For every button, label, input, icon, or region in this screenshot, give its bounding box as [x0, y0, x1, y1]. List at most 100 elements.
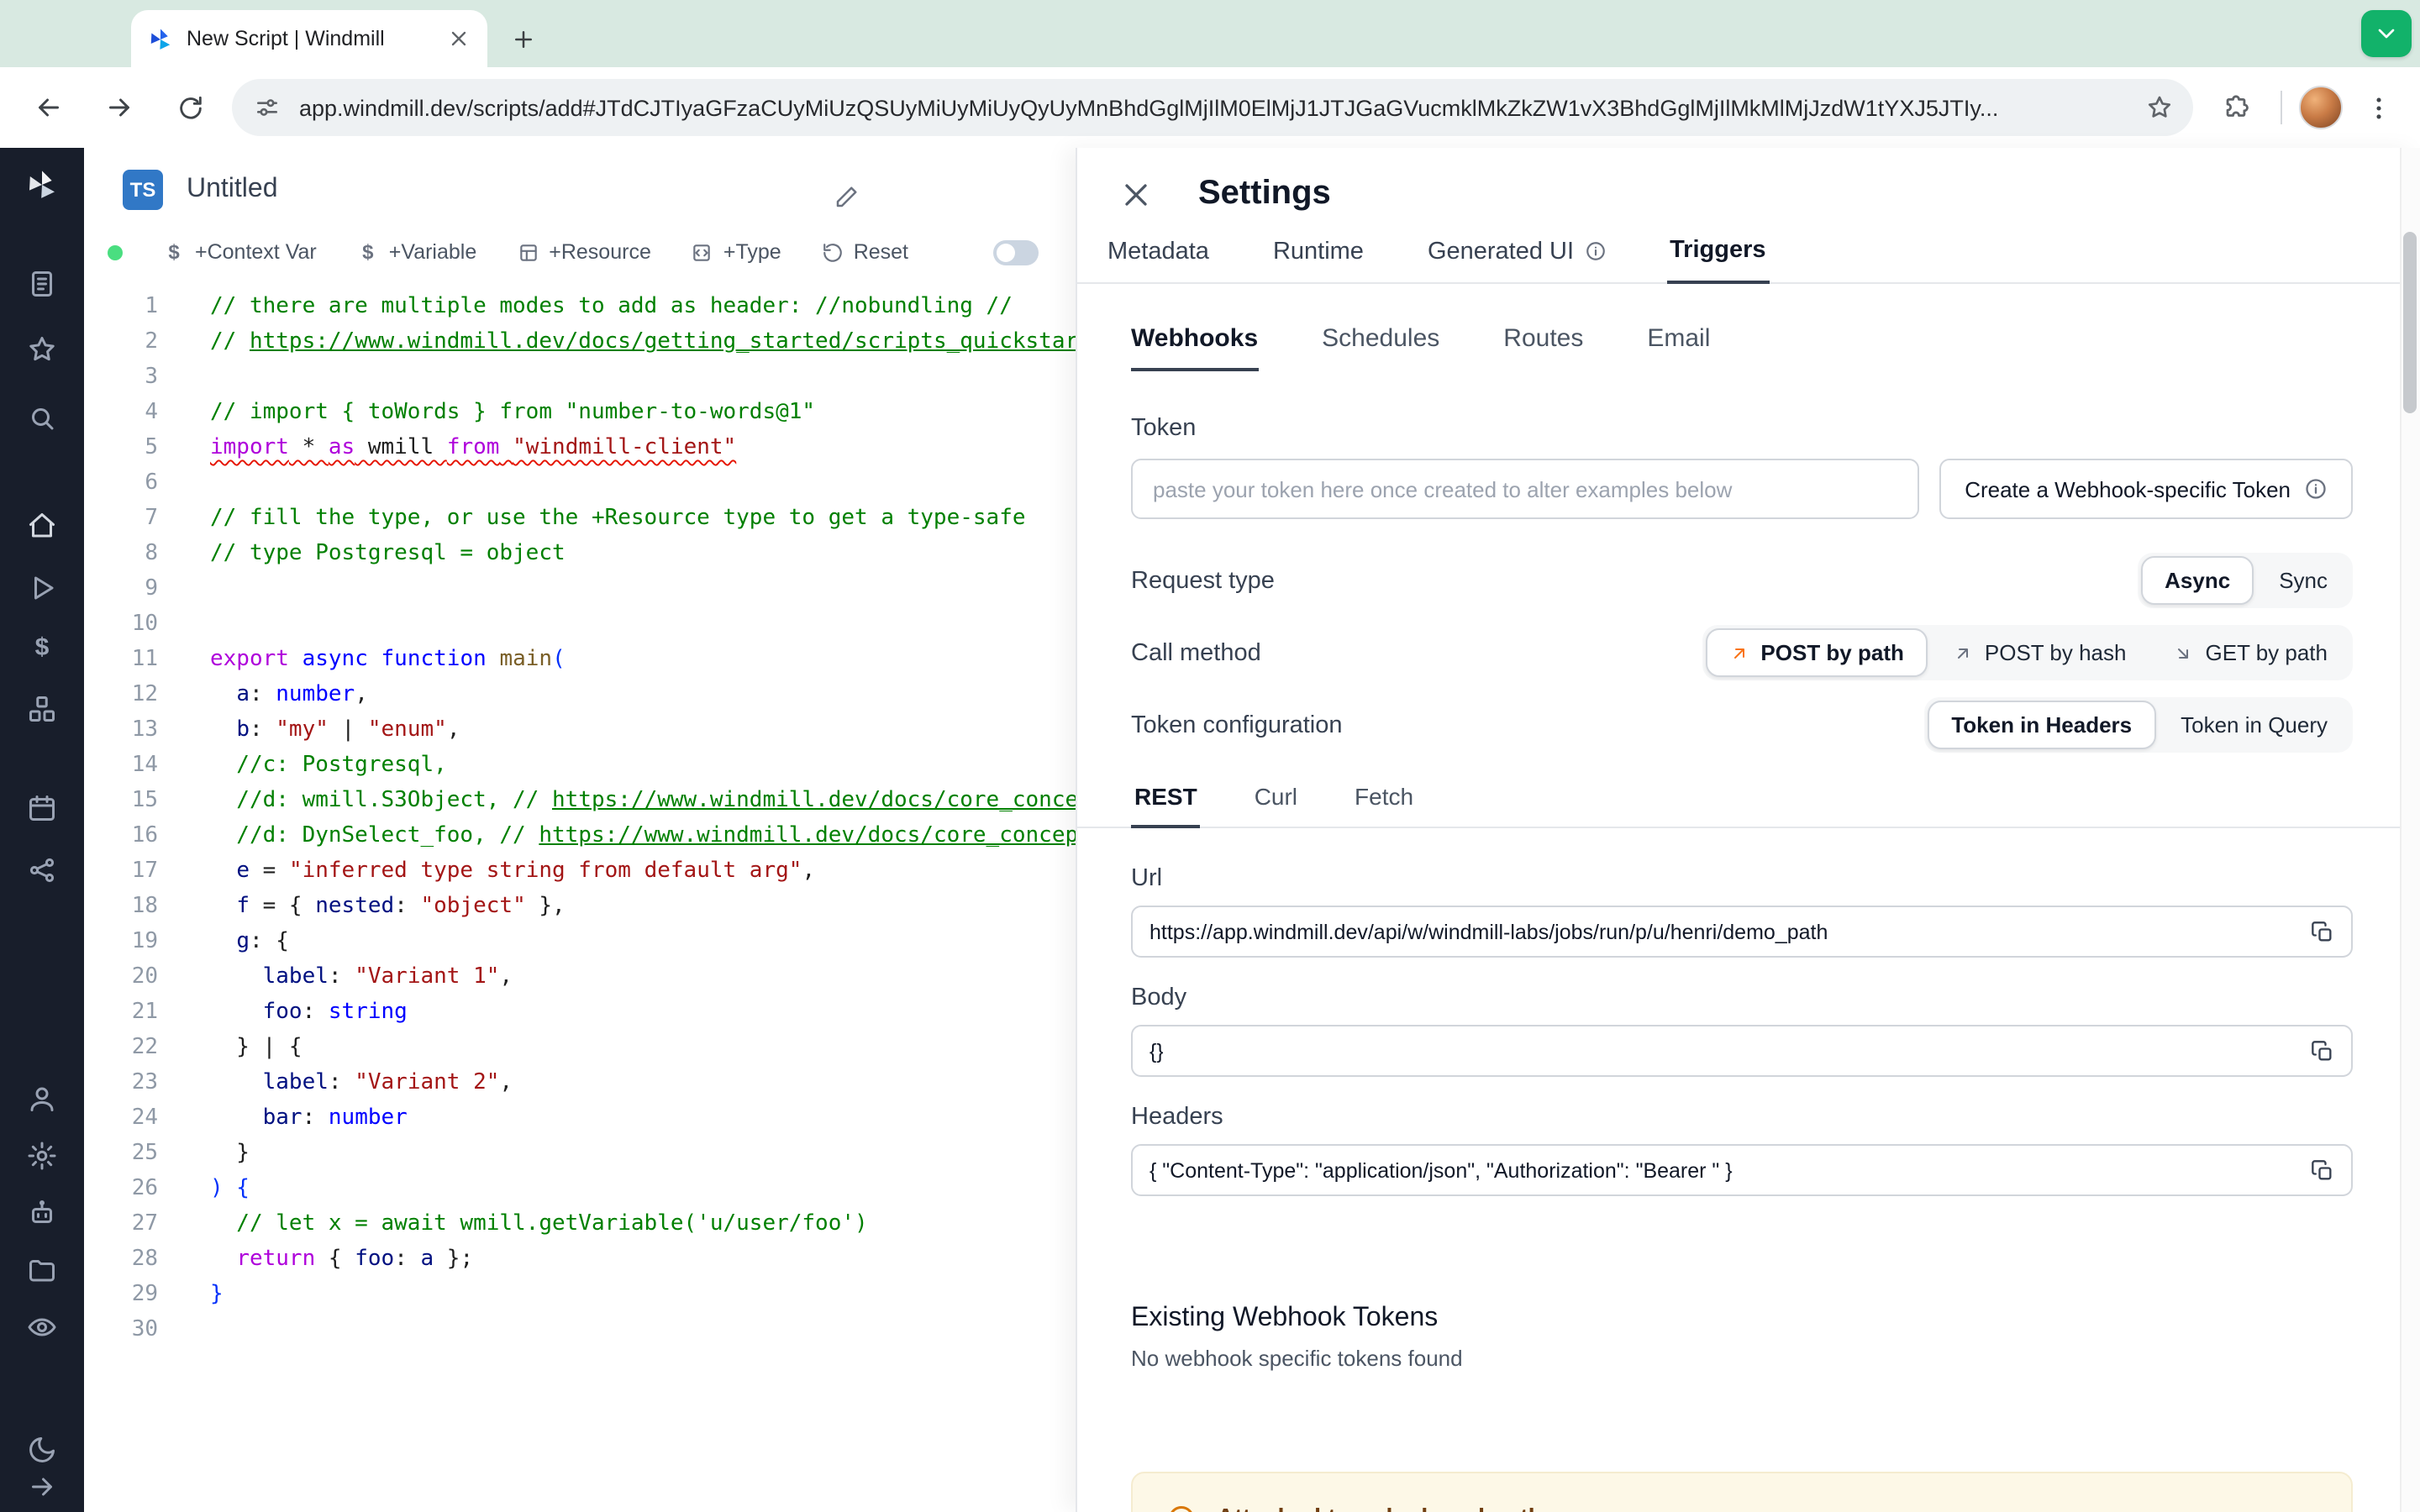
line-number: 14 — [131, 753, 158, 778]
line-number: 5 — [145, 435, 158, 460]
dollar-icon: $ — [168, 239, 180, 263]
browser-update-button[interactable] — [2361, 10, 2412, 57]
browser-tab[interactable]: New Script | Windmill — [131, 10, 487, 67]
tab-triggers[interactable]: Triggers — [1666, 237, 1770, 284]
drawer-scrollbar-thumb[interactable] — [2403, 232, 2417, 413]
trigger-subtabs: Webhooks Schedules Routes Email — [1131, 324, 2353, 371]
post-by-path-option[interactable]: POST by path — [1705, 628, 1928, 677]
sidebar-schedules-icon[interactable] — [27, 793, 57, 823]
subtab-schedules[interactable]: Schedules — [1322, 324, 1439, 371]
line-number: 10 — [131, 612, 158, 637]
add-context-var-button[interactable]: $ +Context Var — [163, 239, 316, 264]
url-text[interactable]: app.windmill.dev/scripts/add#JTdCJTIyaGF… — [299, 95, 2119, 120]
line-number: 24 — [131, 1105, 158, 1131]
browser-toolbar: app.windmill.dev/scripts/add#JTdCJTIyaGF… — [0, 67, 2420, 148]
body-field[interactable]: {} — [1131, 1025, 2353, 1077]
get-by-path-option[interactable]: GET by path — [2152, 630, 2350, 675]
sync-option[interactable]: Sync — [2257, 558, 2349, 603]
line-number: 27 — [131, 1211, 158, 1236]
sidebar-audit-logs-icon[interactable] — [27, 1312, 57, 1342]
arrow-up-right-icon — [1728, 643, 1749, 663]
copy-icon[interactable] — [2311, 920, 2334, 943]
sidebar-folders-icon[interactable] — [27, 1255, 57, 1285]
tab-metadata[interactable]: Metadata — [1104, 237, 1213, 282]
settings-title: Settings — [1198, 175, 1331, 212]
token-in-query-option[interactable]: Token in Query — [2159, 702, 2349, 748]
add-variable-button[interactable]: $ +Variable — [357, 240, 476, 264]
sidebar-home-icon[interactable] — [27, 511, 57, 541]
tab-curl[interactable]: Curl — [1251, 783, 1301, 827]
tab-fetch[interactable]: Fetch — [1351, 783, 1417, 827]
tab-rest[interactable]: REST — [1131, 783, 1201, 828]
line-number: 30 — [131, 1317, 158, 1342]
sidebar-favorites-icon[interactable] — [27, 334, 57, 365]
script-title[interactable]: Untitled — [187, 175, 278, 205]
edit-title-icon[interactable] — [834, 185, 859, 210]
async-option[interactable]: Async — [2141, 556, 2254, 605]
tab-generated-ui[interactable]: Generated UI — [1424, 237, 1609, 282]
subtab-routes[interactable]: Routes — [1503, 324, 1583, 371]
sidebar-search-icon[interactable] — [27, 403, 57, 433]
profile-avatar[interactable] — [2299, 86, 2343, 129]
create-webhook-token-button[interactable]: Create a Webhook-specific Token — [1939, 459, 2353, 519]
settings-header: Settings — [1077, 148, 2420, 213]
sidebar-settings-icon[interactable] — [27, 1141, 57, 1171]
sidebar-resources-icon[interactable] — [27, 694, 57, 724]
post-by-hash-option[interactable]: POST by hash — [1931, 630, 2149, 675]
rotate-ccw-icon — [822, 241, 844, 263]
subtab-webhooks[interactable]: Webhooks — [1131, 324, 1259, 371]
sidebar-variables-icon[interactable]: $ — [27, 633, 57, 664]
new-tab-button[interactable] — [501, 17, 544, 60]
collapse-sidebar-icon[interactable] — [27, 1472, 57, 1502]
request-type-label: Request type — [1131, 567, 1275, 594]
line-number: 21 — [131, 1000, 158, 1025]
sidebar-workers-icon[interactable] — [27, 1198, 57, 1228]
extensions-icon[interactable] — [2207, 79, 2264, 136]
existing-tokens-title: Existing Webhook Tokens — [1131, 1304, 1439, 1332]
app-sidebar: $ — [0, 148, 84, 1512]
line-number: 19 — [131, 929, 158, 954]
dollar-icon: $ — [362, 239, 374, 263]
windmill-logo-icon[interactable] — [25, 168, 59, 202]
token-in-headers-option[interactable]: Token in Headers — [1928, 701, 2156, 749]
sidebar-runs-icon[interactable] — [27, 269, 57, 299]
tab-close-icon[interactable] — [447, 27, 471, 50]
url-bar[interactable]: app.windmill.dev/scripts/add#JTdCJTIyaGF… — [232, 79, 2193, 136]
line-number: 13 — [131, 717, 158, 743]
assistant-toggle[interactable] — [992, 239, 1038, 265]
back-button[interactable] — [20, 79, 77, 136]
copy-icon[interactable] — [2311, 1039, 2334, 1063]
line-number: 29 — [131, 1282, 158, 1307]
url-label: Url — [1131, 865, 1163, 892]
screen: New Script | Windmill app.windmill.dev/s… — [0, 0, 2420, 1512]
add-resource-button[interactable]: +Resource — [517, 240, 651, 264]
copy-icon[interactable] — [2311, 1158, 2334, 1182]
reset-button[interactable]: Reset — [822, 240, 908, 264]
url-field[interactable]: https://app.windmill.dev/api/w/windmill-… — [1131, 906, 2353, 958]
headers-field[interactable]: { "Content-Type": "application/json", "A… — [1131, 1144, 2353, 1196]
line-number: 15 — [131, 788, 158, 813]
close-icon[interactable] — [1118, 176, 1155, 213]
line-number: 12 — [131, 682, 158, 707]
site-info-icon[interactable] — [252, 92, 282, 123]
reload-button[interactable] — [161, 79, 218, 136]
request-type-group: Async Sync — [2138, 553, 2353, 608]
line-number: 6 — [145, 470, 158, 496]
browser-menu-icon[interactable] — [2356, 79, 2400, 136]
sidebar-users-icon[interactable] — [27, 1084, 57, 1114]
line-number: 22 — [131, 1035, 158, 1060]
sidebar-workflows-icon[interactable] — [27, 855, 57, 885]
info-icon — [1584, 240, 1606, 262]
add-type-button[interactable]: +Type — [692, 240, 781, 264]
forward-button[interactable] — [91, 79, 148, 136]
call-method-row: Call method POST by path POST by hash GE… — [1131, 625, 2353, 680]
line-number: 8 — [145, 541, 158, 566]
browser-tabstrip: New Script | Windmill — [0, 0, 2420, 67]
sidebar-runs-play-icon[interactable] — [27, 573, 57, 603]
token-input[interactable] — [1131, 459, 1920, 519]
tab-runtime[interactable]: Runtime — [1270, 237, 1367, 282]
dark-mode-icon[interactable] — [27, 1435, 57, 1465]
bookmark-star-icon[interactable] — [2136, 84, 2183, 131]
subtab-email[interactable]: Email — [1647, 324, 1710, 371]
info-icon — [2304, 477, 2328, 501]
